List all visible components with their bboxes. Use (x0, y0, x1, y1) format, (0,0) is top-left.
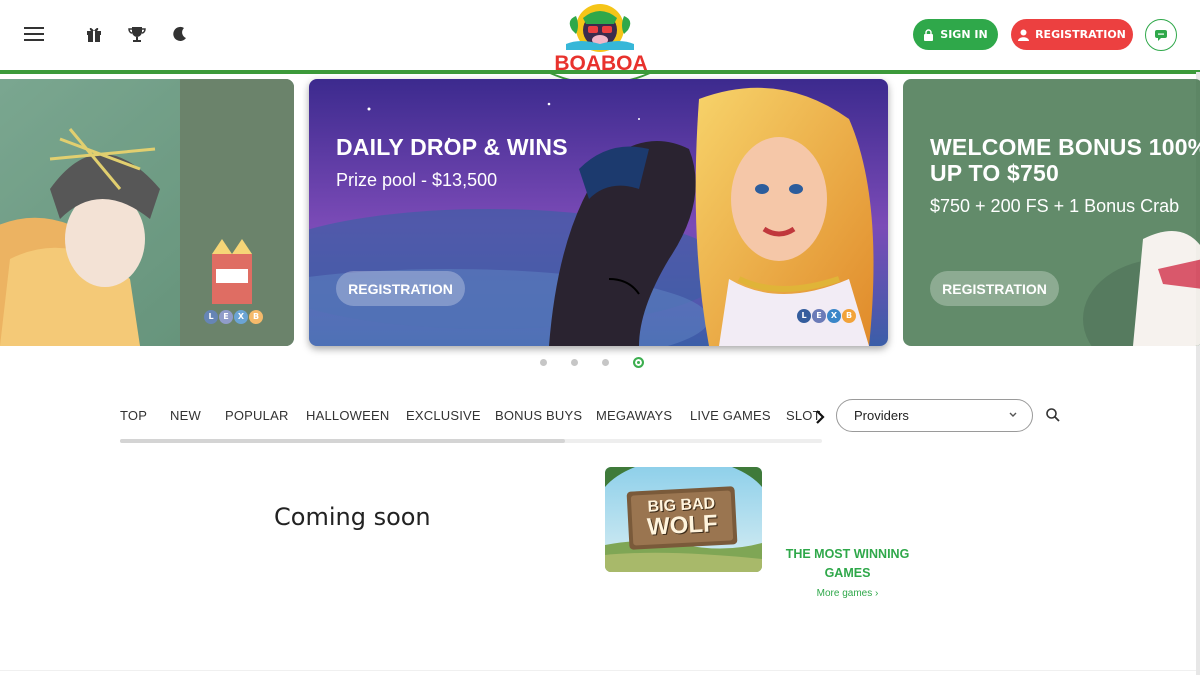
crypto-icons: L E X B (797, 309, 856, 323)
header: BOABOA SIGN IN REGISTRATION (0, 0, 1200, 85)
banner-left-art (0, 79, 294, 346)
chevron-right-icon: › (875, 588, 879, 599)
banner-daily-drop[interactable]: DAILY DROP & WINS Prize pool - $13,500 R… (309, 79, 888, 346)
carousel-dot-3[interactable] (602, 359, 609, 366)
registration-button[interactable]: REGISTRATION (1011, 19, 1133, 50)
game-title: BIG BAD WOLF (627, 494, 737, 541)
gift-icon[interactable] (82, 22, 106, 46)
tab-halloween[interactable]: HALLOWEEN (306, 408, 389, 423)
banner-title-line1: WELCOME BONUS 100% (930, 134, 1200, 160)
ethereum-icon: E (812, 309, 826, 323)
bitcoin-icon: B (249, 310, 263, 324)
carousel-dot-4-active[interactable] (633, 357, 644, 368)
search-icon[interactable] (1045, 407, 1061, 423)
moon-icon[interactable] (168, 22, 192, 46)
ripple-icon: X (234, 310, 248, 324)
banner-subtitle: Prize pool - $13,500 (336, 170, 498, 190)
ripple-icon: X (827, 309, 841, 323)
providers-label: Providers (854, 408, 909, 423)
crypto-icons: L E X B (204, 310, 263, 324)
tab-top[interactable]: TOP (120, 408, 147, 423)
tab-bonus-buys[interactable]: BONUS BUYS (495, 408, 582, 423)
coming-soon-text: Coming soon (274, 503, 431, 531)
carousel-dot-1[interactable] (540, 359, 547, 366)
tab-exclusive[interactable]: EXCLUSIVE (406, 408, 481, 423)
ethereum-icon: E (219, 310, 233, 324)
chat-button[interactable] (1145, 19, 1177, 51)
most-winning-games-heading: THE MOST WINNING GAMES (785, 547, 910, 580)
banner-title: DAILY DROP & WINS (336, 134, 568, 160)
litecoin-icon: L (204, 310, 218, 324)
sign-in-label: SIGN IN (940, 28, 988, 41)
banner-title: WELCOME BONUS 100% UP TO $750 (930, 134, 1200, 186)
registration-label: REGISTRATION (1035, 28, 1126, 41)
tab-megaways[interactable]: MEGAWAYS (596, 408, 672, 423)
carousel-dots (540, 357, 644, 368)
tab-new[interactable]: NEW (170, 408, 201, 423)
banner-title-line2: UP TO $750 (930, 160, 1060, 186)
user-icon (1018, 29, 1030, 41)
category-tabs: TOP NEW POPULAR HALLOWEEN EXCLUSIVE BONU… (120, 406, 820, 430)
banner-registration-button[interactable]: REGISTRATION (930, 271, 1059, 306)
carousel-dot-2[interactable] (571, 359, 578, 366)
more-games-label: More games (816, 588, 873, 599)
tab-live-games[interactable]: LIVE GAMES (690, 408, 771, 423)
tabs-scroll-thumb[interactable] (120, 439, 565, 443)
menu-icon[interactable] (23, 22, 47, 46)
chevron-down-icon (1009, 412, 1017, 417)
providers-dropdown[interactable]: Providers (836, 399, 1033, 432)
bitcoin-icon: B (842, 309, 856, 323)
page: BOABOA SIGN IN REGISTRATION L E X B DAIL… (0, 0, 1200, 675)
chevron-right-icon (816, 410, 825, 424)
tab-popular[interactable]: POPULAR (225, 408, 289, 423)
header-divider (0, 70, 1200, 74)
litecoin-icon: L (797, 309, 811, 323)
banner-registration-button[interactable]: REGISTRATION (336, 271, 465, 306)
banner-left[interactable]: L E X B (0, 79, 294, 346)
game-thumbnail-big-bad-wolf[interactable]: BIG BAD WOLF (605, 467, 762, 572)
lock-icon (924, 28, 934, 41)
chat-icon (1155, 29, 1167, 41)
banner-welcome-bonus[interactable]: WELCOME BONUS 100% UP TO $750 $750 + 200… (903, 79, 1200, 346)
banner-subtitle: $750 + 200 FS + 1 Bonus Crab (930, 196, 1180, 216)
divider (0, 670, 1196, 671)
more-games-link[interactable]: More games › (780, 588, 915, 599)
sign-in-button[interactable]: SIGN IN (913, 19, 998, 50)
tabs-next-arrow[interactable] (813, 407, 827, 427)
trophy-icon[interactable] (125, 22, 149, 46)
